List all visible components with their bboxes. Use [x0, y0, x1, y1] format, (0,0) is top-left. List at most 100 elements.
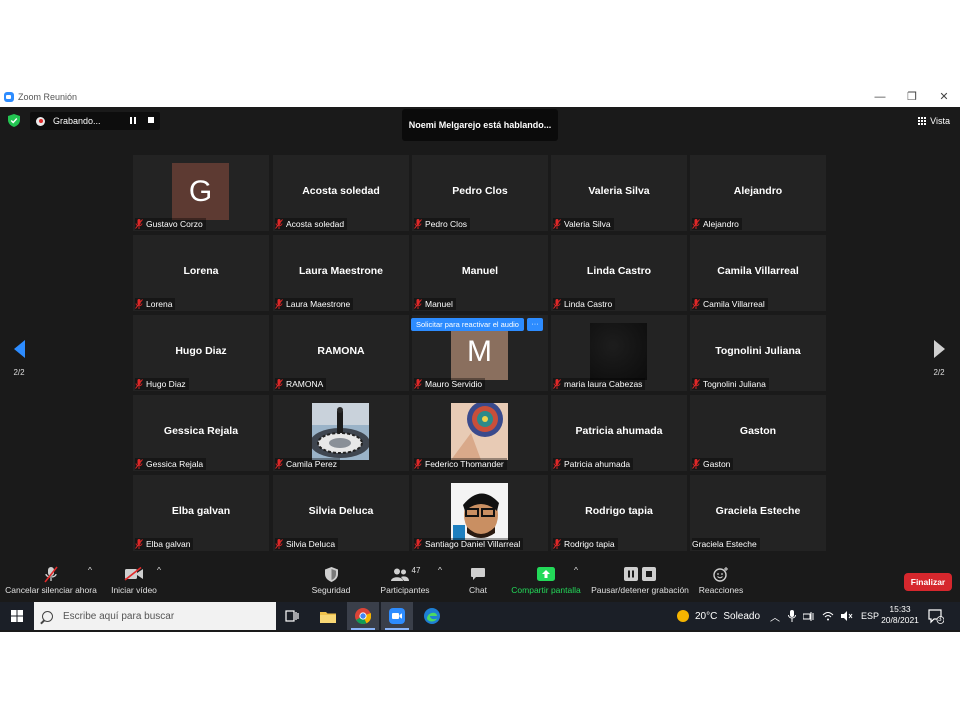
- weather-temperature: 20°C: [695, 610, 718, 622]
- participant-tile[interactable]: Patricia ahumada Patricia ahumada: [551, 395, 687, 471]
- participant-tile[interactable]: Elba galvan Elba galvan: [133, 475, 269, 551]
- participant-display-name: RAMONA: [317, 345, 365, 357]
- participant-tile[interactable]: Federico Thomander: [412, 395, 548, 471]
- participant-name: Camila Villarreal: [703, 299, 765, 309]
- notification-center-button[interactable]: 3: [928, 608, 945, 624]
- microphone-muted-icon: [692, 379, 700, 389]
- participant-tile[interactable]: Rodrigo tapia Rodrigo tapia: [551, 475, 687, 551]
- zoom-taskbar-button[interactable]: [381, 602, 413, 630]
- microphone-muted-icon: [135, 459, 143, 469]
- video-off-icon: [124, 567, 143, 581]
- grid-view-icon: [918, 117, 927, 125]
- windows-logo-icon: [11, 610, 23, 622]
- participant-name: Camila Perez: [286, 459, 338, 469]
- microphone-muted-icon: [275, 299, 283, 309]
- participant-name-label: Rodrigo tapia: [553, 538, 618, 550]
- participant-display-name: Camila Villarreal: [717, 265, 799, 277]
- participants-options-caret[interactable]: ^: [438, 565, 442, 575]
- participant-tile[interactable]: Hugo Diaz Hugo Diaz: [133, 315, 269, 391]
- network-icon[interactable]: [803, 611, 815, 622]
- participant-name-label: Tognolini Juliana: [692, 378, 769, 390]
- shield-check-icon[interactable]: [8, 114, 20, 127]
- participant-name: Tognolini Juliana: [703, 379, 766, 389]
- restore-button[interactable]: ❐: [896, 87, 928, 107]
- chevron-up-icon[interactable]: ︿: [770, 609, 780, 624]
- sun-icon: [677, 610, 689, 622]
- windows-taskbar: Escribe aquí para buscar 20°C Soleado ︿ …: [0, 602, 960, 630]
- participant-tile[interactable]: Valeria Silva Valeria Silva: [551, 155, 687, 231]
- participant-tile[interactable]: Linda Castro Linda Castro: [551, 235, 687, 311]
- microphone-muted-icon: [275, 539, 283, 549]
- participant-tile[interactable]: Lorena Lorena: [133, 235, 269, 311]
- participant-tile[interactable]: Gaston Gaston: [690, 395, 826, 471]
- participant-name-label: Lorena: [135, 298, 176, 310]
- pause-stop-recording-button[interactable]: Pausar/detener grabación: [590, 565, 690, 595]
- task-view-button[interactable]: [276, 602, 308, 630]
- share-screen-icon: [537, 567, 555, 581]
- chat-icon: [471, 568, 485, 580]
- unmute-button[interactable]: Cancelar silenciar ahora: [4, 565, 98, 595]
- participants-button[interactable]: 47 Participantes: [372, 565, 438, 596]
- participant-tile[interactable]: Camila Villarreal Camila Villarreal: [690, 235, 826, 311]
- recording-indicator: Grabando...: [30, 112, 160, 130]
- minimize-button[interactable]: —: [864, 87, 896, 107]
- participant-tile[interactable]: Acosta soledad Acosta soledad: [273, 155, 409, 231]
- participant-tile[interactable]: Tognolini Juliana Tognolini Juliana: [690, 315, 826, 391]
- participant-tile[interactable]: Laura Maestrone Laura Maestrone: [273, 235, 409, 311]
- chrome-button[interactable]: [347, 602, 379, 630]
- unmute-label: Cancelar silenciar ahora: [5, 585, 97, 595]
- edge-button[interactable]: [416, 602, 448, 630]
- participant-tile[interactable]: Graciela Esteche Graciela Esteche: [690, 475, 826, 551]
- video-options-caret[interactable]: ^: [157, 565, 161, 575]
- stop-recording-icon[interactable]: [148, 117, 154, 123]
- taskbar-clock[interactable]: 15:33 20/8/2021: [878, 604, 922, 626]
- start-video-button[interactable]: Iniciar vídeo: [104, 565, 164, 595]
- stop-recording-icon: [642, 567, 656, 581]
- start-button[interactable]: [0, 602, 34, 630]
- share-options-caret[interactable]: ^: [574, 565, 578, 575]
- microphone-muted-icon: [44, 566, 58, 582]
- participant-tile[interactable]: Pedro Clos Pedro Clos: [412, 155, 548, 231]
- participant-name-label: Acosta soledad: [275, 218, 348, 230]
- participant-tile[interactable]: Alejandro Alejandro: [690, 155, 826, 231]
- participant-tile[interactable]: Manuel Manuel: [412, 235, 548, 311]
- participant-tile[interactable]: Santiago Daniel Villarreal: [412, 475, 548, 551]
- microphone-tray-icon[interactable]: [788, 610, 796, 622]
- language-indicator[interactable]: ESP: [861, 611, 879, 621]
- chat-button[interactable]: Chat: [460, 565, 496, 595]
- taskbar-search-box[interactable]: Escribe aquí para buscar: [34, 602, 276, 630]
- folder-icon: [320, 611, 336, 623]
- participant-tile[interactable]: Camila Perez: [273, 395, 409, 471]
- next-page-button[interactable]: 2/2: [927, 340, 951, 377]
- microphone-muted-icon: [275, 459, 283, 469]
- weather-widget[interactable]: 20°C Soleado: [677, 602, 760, 630]
- end-meeting-button[interactable]: Finalizar: [904, 573, 952, 591]
- view-button[interactable]: Vista: [918, 116, 950, 126]
- security-button[interactable]: Seguridad: [304, 565, 358, 595]
- participant-tile[interactable]: maria laura Cabezas: [551, 315, 687, 391]
- microphone-muted-icon: [414, 219, 422, 229]
- participant-tile[interactable]: Gessica Rejala Gessica Rejala: [133, 395, 269, 471]
- reactions-button[interactable]: Reacciones: [697, 565, 745, 595]
- wifi-icon[interactable]: [822, 611, 834, 621]
- file-explorer-button[interactable]: [312, 602, 344, 630]
- close-button[interactable]: ✕: [928, 87, 960, 107]
- request-unmute-button[interactable]: Solicitar para reactivar el audio: [411, 318, 524, 331]
- share-screen-button[interactable]: Compartir pantalla: [508, 565, 584, 595]
- zoom-logo-icon: [4, 92, 14, 102]
- page-indicator-left: 2/2: [13, 368, 25, 377]
- pause-recording-icon[interactable]: [129, 117, 137, 125]
- participant-tile[interactable]: RAMONA RAMONA: [273, 315, 409, 391]
- participant-tile[interactable]: G Gustavo Corzo: [133, 155, 269, 231]
- volume-muted-icon[interactable]: [841, 611, 853, 621]
- participant-name-label: Silvia Deluca: [275, 538, 339, 550]
- microphone-muted-icon: [553, 459, 561, 469]
- participant-display-name: Linda Castro: [586, 265, 652, 277]
- audio-options-caret[interactable]: ^: [88, 565, 92, 575]
- system-tray: ︿ ESP: [770, 602, 879, 630]
- participant-tile[interactable]: Silvia Deluca Silvia Deluca: [273, 475, 409, 551]
- participant-name: Rodrigo tapia: [564, 539, 615, 549]
- pause-recording-icon: [624, 567, 638, 581]
- previous-page-button[interactable]: 2/2: [7, 340, 31, 377]
- more-options-button[interactable]: ···: [526, 318, 543, 331]
